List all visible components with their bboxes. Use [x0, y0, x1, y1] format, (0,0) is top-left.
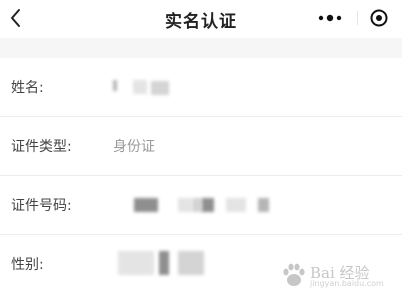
name-label: 姓名:	[11, 80, 44, 96]
section-gap	[0, 38, 402, 58]
gender-value-masked	[118, 251, 208, 275]
id-type-label: 证件类型:	[11, 139, 72, 155]
form-row-id-type: 证件类型: 身份证	[0, 117, 402, 176]
form-row-name: 姓名:	[0, 58, 402, 117]
name-value-masked	[113, 80, 173, 95]
more-button[interactable]	[308, 4, 352, 32]
baidu-jingyan-watermark: Bai 经验 jingyan.baidu.com	[280, 260, 396, 290]
form-row-id-number: 证件号码:	[0, 176, 402, 235]
nav-bar: 实名认证	[0, 0, 402, 38]
close-button[interactable]	[362, 4, 396, 32]
watermark-url: jingyan.baidu.com	[310, 279, 384, 288]
gender-label: 性别:	[11, 257, 44, 273]
paw-logo-icon	[283, 263, 305, 286]
more-dots-icon	[318, 14, 342, 22]
id-number-label: 证件号码:	[11, 198, 72, 214]
target-close-icon	[370, 9, 388, 27]
capsule-divider	[357, 11, 358, 25]
id-number-value-masked	[134, 198, 274, 212]
id-type-value: 身份证	[113, 139, 155, 155]
capsule-menu	[306, 4, 396, 32]
